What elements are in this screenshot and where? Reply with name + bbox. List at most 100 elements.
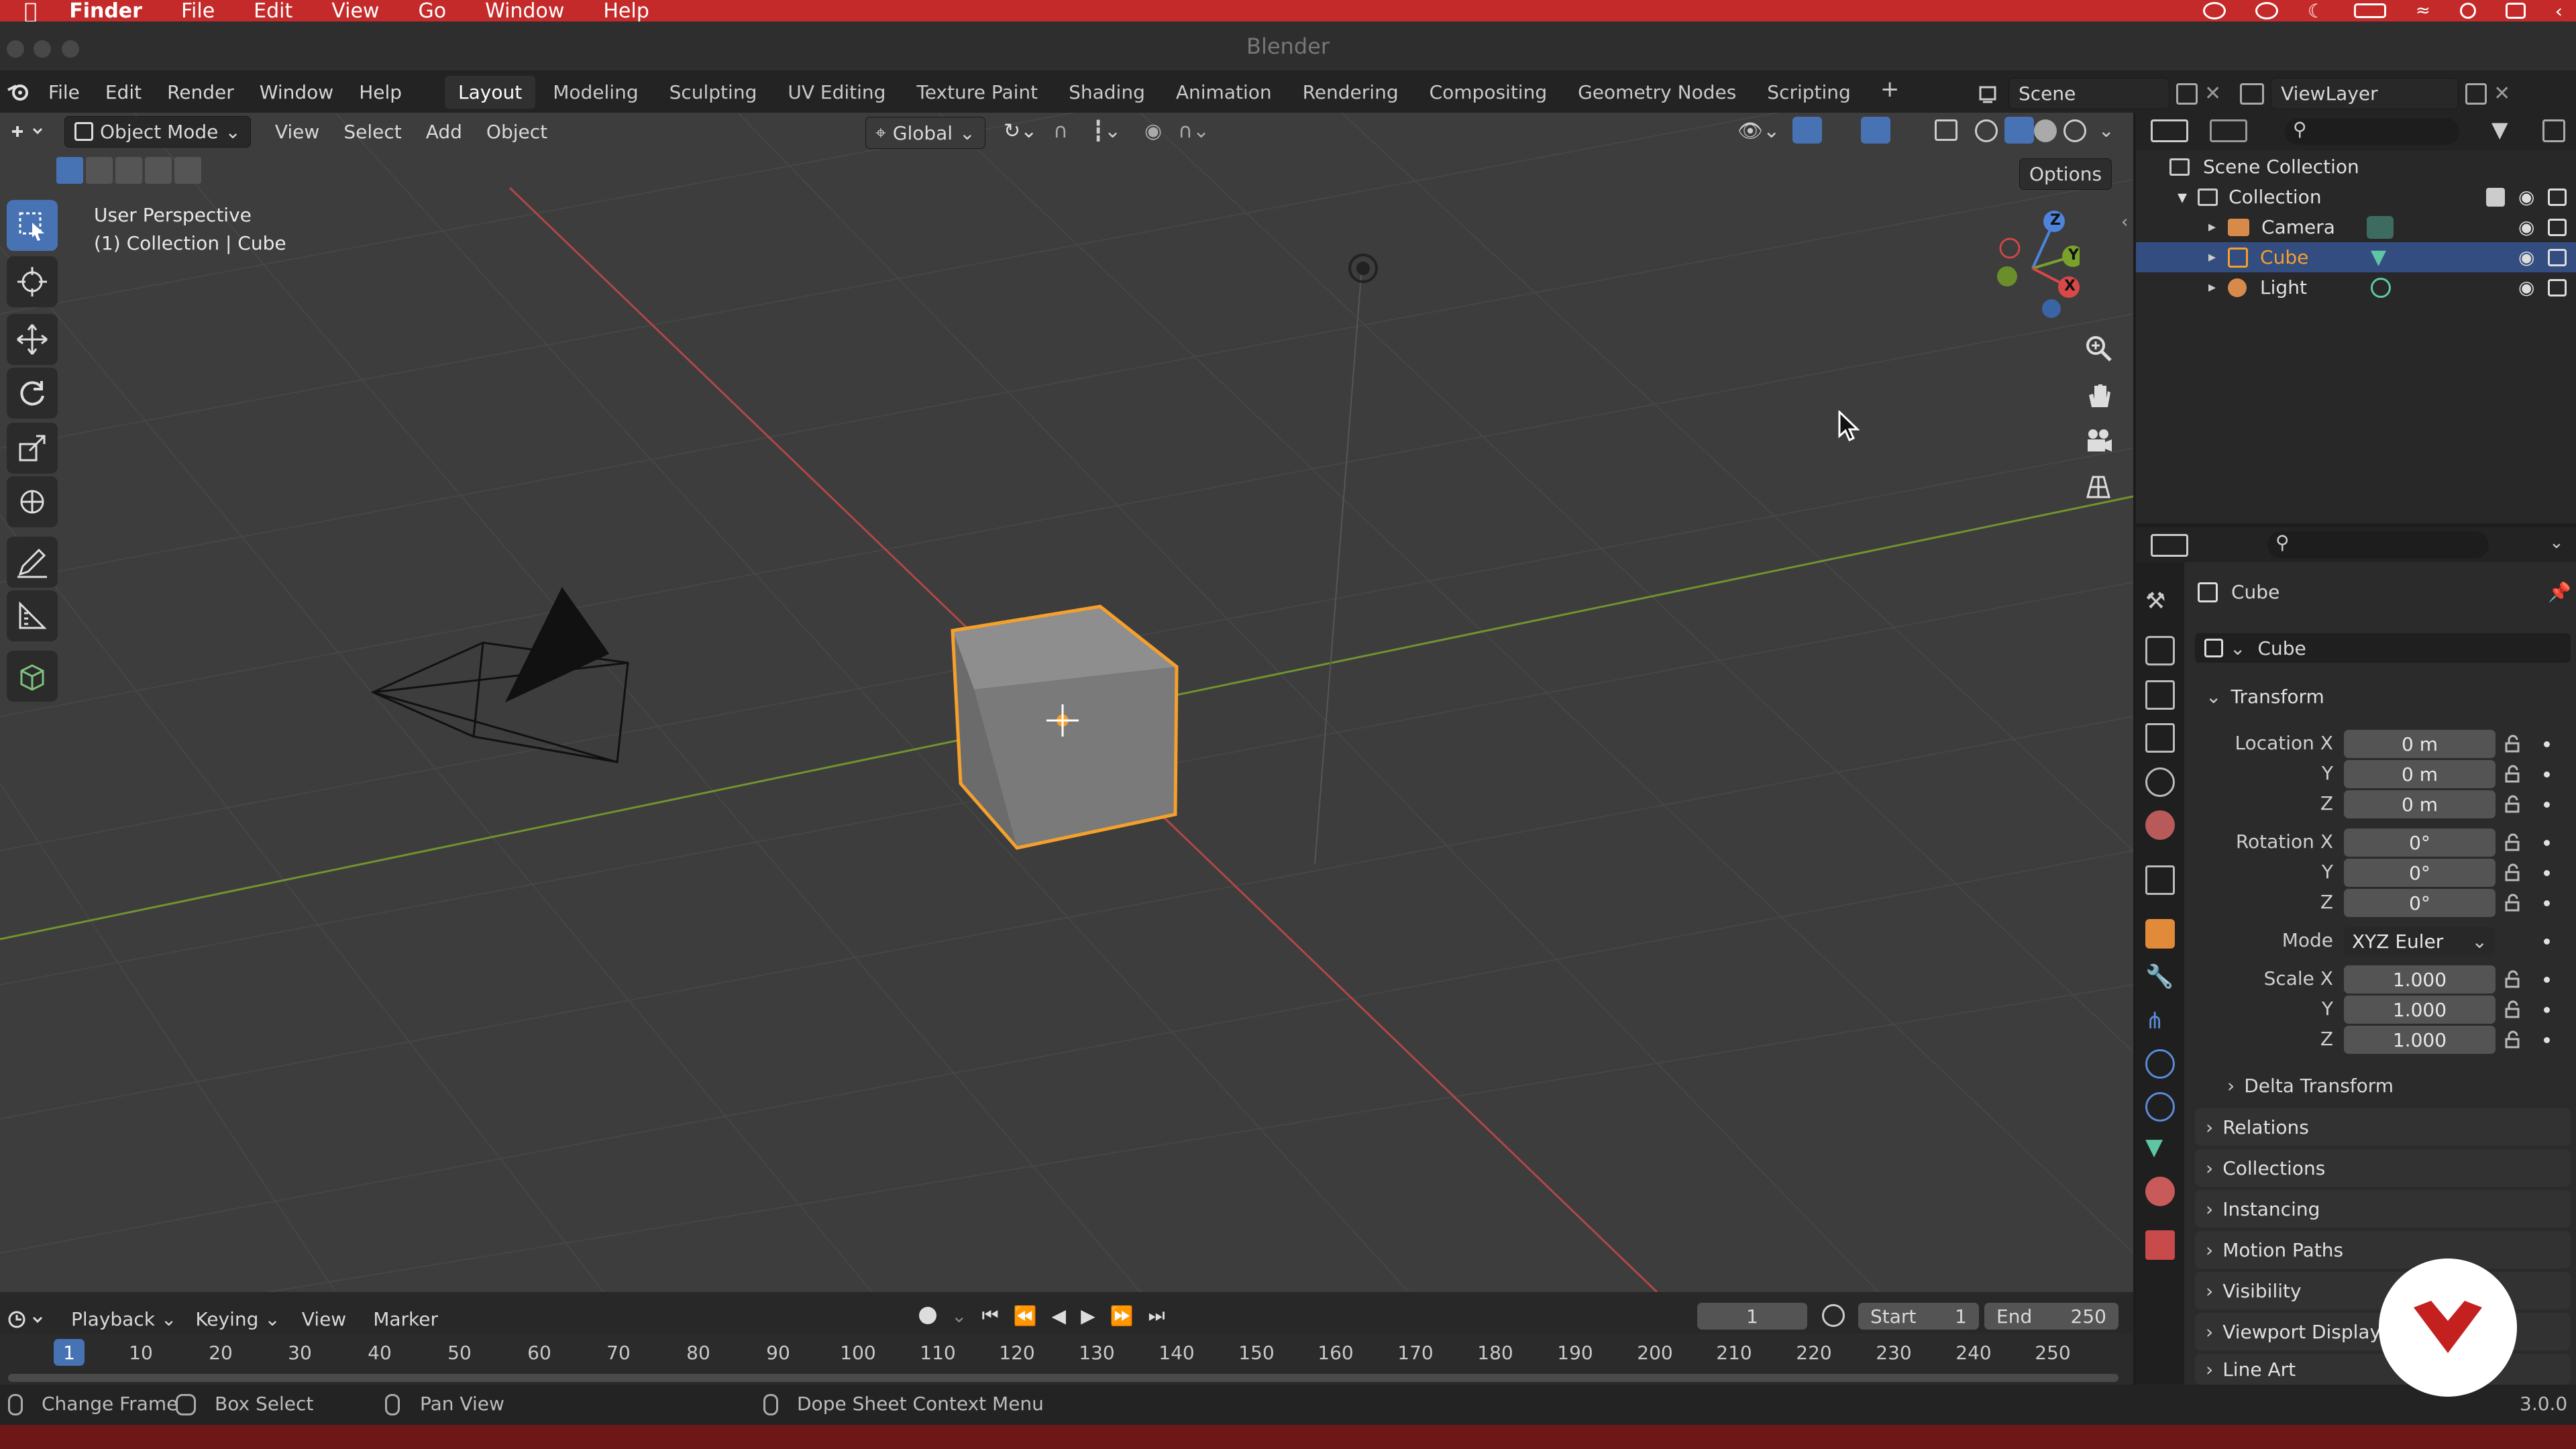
output-tab-icon[interactable] bbox=[2145, 680, 2175, 710]
checkbox-icon[interactable] bbox=[2486, 187, 2505, 207]
outliner-editor-icon[interactable] bbox=[2151, 119, 2188, 142]
view-layer-icon[interactable] bbox=[2240, 83, 2265, 105]
object-mode-dropdown[interactable]: Object Mode ⌄ bbox=[64, 115, 251, 148]
location-z-field[interactable]: 0 m bbox=[2344, 790, 2496, 818]
minimize-window-button[interactable] bbox=[34, 40, 51, 58]
visibility-filter-icon[interactable]: 👁⌄ bbox=[1737, 119, 1780, 143]
keyframe-dot[interactable] bbox=[2544, 741, 2550, 747]
start-frame-field[interactable]: Start 1 bbox=[1858, 1303, 1979, 1330]
pivot-icon[interactable]: ↻⌄ bbox=[1004, 119, 1037, 143]
overlay-toggle-icon[interactable] bbox=[1861, 117, 1890, 144]
mac-menu-go[interactable]: Go bbox=[418, 0, 446, 23]
tab-layout[interactable]: Layout bbox=[445, 75, 536, 109]
play-icon[interactable]: ▶ bbox=[1081, 1305, 1095, 1327]
delta-transform-header[interactable]: › Delta Transform bbox=[2227, 1075, 2394, 1097]
keyframe-dot[interactable] bbox=[2544, 870, 2550, 876]
jump-start-icon[interactable]: ⏮ bbox=[981, 1304, 998, 1327]
keyframe-dot[interactable] bbox=[2544, 802, 2550, 808]
menu-edit[interactable]: Edit bbox=[105, 81, 142, 103]
record-icon[interactable] bbox=[919, 1307, 936, 1324]
scale-z-field[interactable]: 1.000 bbox=[2344, 1026, 2496, 1054]
keying-menu[interactable]: Keying ⌄ bbox=[186, 1304, 289, 1334]
status-app-icon[interactable] bbox=[2202, 2, 2226, 19]
render-tab-icon[interactable] bbox=[2145, 636, 2175, 665]
tab-animation[interactable]: Animation bbox=[1163, 76, 1285, 109]
measure-tool[interactable] bbox=[7, 590, 58, 641]
menu-render[interactable]: Render bbox=[167, 81, 234, 103]
texture-tab-icon[interactable] bbox=[2145, 1230, 2175, 1260]
xray-toggle-icon[interactable] bbox=[1935, 119, 1957, 141]
status-app2-icon[interactable] bbox=[2255, 2, 2278, 19]
select-extend-icon[interactable] bbox=[86, 157, 113, 184]
timeline-editor-icon[interactable] bbox=[7, 1309, 47, 1330]
properties-search-input[interactable] bbox=[2267, 531, 2489, 558]
shading-solid-icon[interactable] bbox=[2004, 117, 2034, 144]
render-camera-icon[interactable] bbox=[2548, 218, 2567, 236]
chevron-down-icon[interactable]: ⌄ bbox=[2098, 119, 2114, 142]
object-data-field[interactable]: ⌄ Cube bbox=[2195, 633, 2571, 663]
scene-tab-icon[interactable] bbox=[2145, 767, 2175, 797]
camera-view-button[interactable] bbox=[2073, 419, 2124, 463]
scene-selector-icon[interactable] bbox=[1975, 80, 2002, 107]
tab-scripting[interactable]: Scripting bbox=[1754, 76, 1864, 109]
timeline-view-menu[interactable]: View bbox=[302, 1308, 346, 1330]
view-layer-tab-icon[interactable] bbox=[2145, 723, 2175, 753]
mac-menu-window[interactable]: Window bbox=[485, 0, 564, 23]
select-intersect-icon[interactable] bbox=[174, 157, 201, 184]
gizmo-toggle-icon[interactable] bbox=[1792, 117, 1822, 144]
keyframe-dot[interactable] bbox=[2544, 840, 2550, 846]
location-y-field[interactable]: 0 m bbox=[2344, 760, 2496, 788]
editor-type-icon[interactable] bbox=[7, 118, 47, 145]
properties-editor-icon[interactable] bbox=[2151, 534, 2188, 557]
constraints-tab-icon[interactable] bbox=[2145, 1092, 2175, 1122]
lock-icon[interactable] bbox=[2504, 863, 2524, 883]
tab-modeling[interactable]: Modeling bbox=[539, 76, 651, 109]
motion-paths-panel[interactable]: › Motion Paths bbox=[2195, 1231, 2571, 1269]
collapse-sidebar-icon[interactable]: ‹ bbox=[2121, 212, 2128, 232]
scale-tool[interactable] bbox=[7, 423, 58, 474]
playback-menu[interactable]: Playback ⌄ bbox=[62, 1304, 186, 1334]
close-window-button[interactable] bbox=[7, 40, 24, 58]
tab-uv-editing[interactable]: UV Editing bbox=[774, 76, 899, 109]
mesh-data-icon[interactable]: ▼ bbox=[2371, 246, 2386, 269]
lock-icon[interactable] bbox=[2504, 764, 2524, 784]
cursor-tool[interactable] bbox=[7, 256, 58, 307]
camera-data-icon[interactable] bbox=[2367, 215, 2394, 239]
menu-window[interactable]: Window bbox=[260, 81, 333, 103]
select-new-icon[interactable] bbox=[56, 157, 83, 184]
modifier-tab-icon[interactable]: 🔧 bbox=[2145, 963, 2175, 993]
current-frame-field[interactable]: 1 bbox=[1697, 1303, 1807, 1330]
rotation-x-field[interactable]: 0° bbox=[2344, 828, 2496, 857]
shading-rendered-icon[interactable] bbox=[2063, 119, 2086, 142]
new-view-layer-icon[interactable] bbox=[2465, 83, 2487, 105]
annotate-tool[interactable] bbox=[7, 537, 58, 588]
shading-material-icon[interactable] bbox=[2034, 119, 2057, 142]
viewport-menu-select[interactable]: Select bbox=[343, 121, 401, 143]
proportional-edit-icon[interactable]: ◉ bbox=[1144, 119, 1162, 143]
object-tab-icon[interactable] bbox=[2145, 919, 2175, 949]
select-subtract-icon[interactable] bbox=[115, 157, 142, 184]
outliner-search-input[interactable] bbox=[2285, 118, 2459, 145]
eye-icon[interactable]: ◉ bbox=[2518, 246, 2534, 268]
transform-tool[interactable] bbox=[7, 476, 58, 527]
jump-end-icon[interactable]: ⏭ bbox=[1148, 1304, 1165, 1327]
eye-icon[interactable]: ◉ bbox=[2518, 276, 2534, 299]
expand-icon[interactable]: ▸ bbox=[2208, 219, 2216, 235]
viewport-menu-add[interactable]: Add bbox=[426, 121, 462, 143]
lock-icon[interactable] bbox=[2504, 794, 2524, 814]
zoom-view-button[interactable] bbox=[2073, 326, 2124, 370]
battery-icon[interactable] bbox=[2354, 3, 2386, 18]
keyframe-dot[interactable] bbox=[2544, 900, 2550, 906]
tab-texture-paint[interactable]: Texture Paint bbox=[903, 76, 1051, 109]
expand-icon[interactable]: ▸ bbox=[2208, 279, 2216, 296]
pin-icon[interactable]: 📌 bbox=[2548, 581, 2571, 603]
display-mode-icon[interactable] bbox=[2210, 119, 2247, 142]
new-scene-icon[interactable] bbox=[2176, 83, 2198, 105]
outliner-collection-row[interactable]: ▾ Collection ◉ bbox=[2136, 182, 2576, 212]
lock-icon[interactable] bbox=[2504, 893, 2524, 913]
rotation-y-field[interactable]: 0° bbox=[2344, 859, 2496, 887]
add-workspace-button[interactable]: + bbox=[1868, 76, 1912, 109]
end-frame-field[interactable]: End 250 bbox=[1984, 1303, 2118, 1330]
view-layer-field[interactable]: ViewLayer bbox=[2271, 78, 2459, 109]
render-camera-icon[interactable] bbox=[2548, 188, 2567, 206]
